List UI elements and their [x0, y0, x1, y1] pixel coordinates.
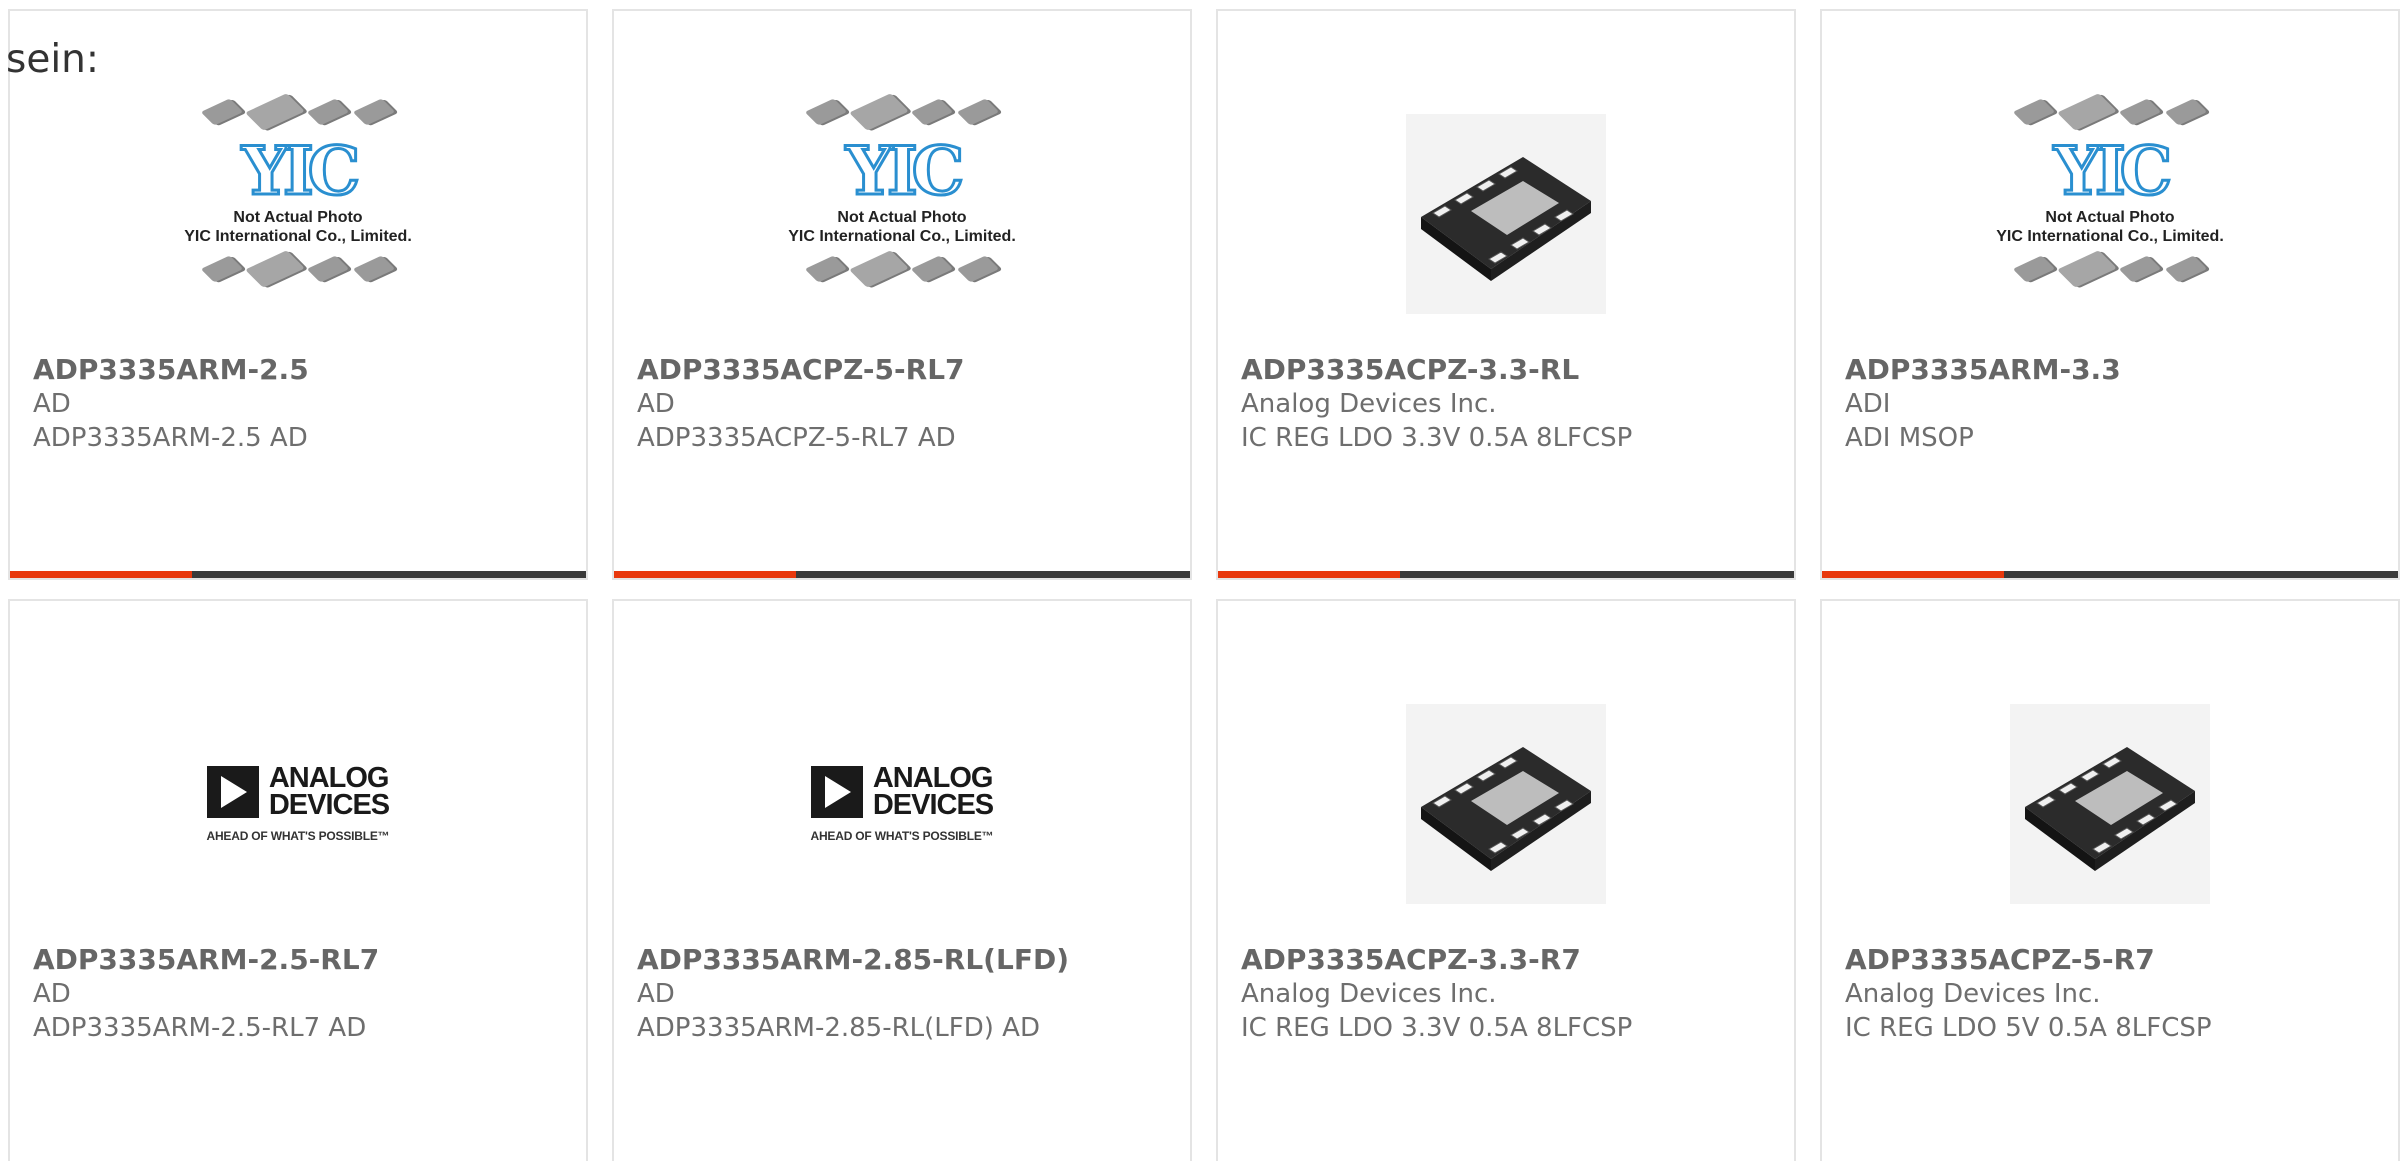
part-number-link[interactable]: ADP3335ACPZ-5-RL7 — [637, 353, 1180, 387]
description: ADP3335ARM-2.85-RL(LFD) AD — [637, 1013, 1040, 1043]
product-image[interactable]: ANALOG DEVICES AHEAD OF WHAT'S POSSIBLE™ — [614, 659, 1190, 949]
play-triangle-icon — [810, 766, 863, 818]
description: IC REG LDO 3.3V 0.5A 8LFCSP — [1241, 423, 1633, 453]
part-number-link[interactable]: ADP3335ACPZ-3.3-R7 — [1241, 943, 1784, 977]
product-card[interactable]: YIC Not Actual Photo YIC International C… — [1820, 9, 2400, 580]
manufacturer: Analog Devices Inc. — [1241, 389, 1497, 419]
part-number-link[interactable]: ADP3335ARM-2.5-RL7 — [33, 943, 576, 977]
product-image[interactable] — [1218, 659, 1794, 949]
description: IC REG LDO 3.3V 0.5A 8LFCSP — [1241, 1013, 1633, 1043]
part-number-link[interactable]: ADP3335ARM-2.5 — [33, 353, 576, 387]
description: ADI MSOP — [1845, 423, 1974, 453]
part-number-link[interactable]: ADP3335ACPZ-3.3-RL — [1241, 353, 1784, 387]
manufacturer: ADI — [1845, 389, 1891, 419]
manufacturer: Analog Devices Inc. — [1845, 979, 2101, 1009]
product-card[interactable]: YIC Not Actual Photo YIC International C… — [612, 9, 1192, 580]
card-accent-bar — [10, 571, 586, 578]
part-number-link[interactable]: ADP3335ACPZ-5-R7 — [1845, 943, 2388, 977]
analog-devices-logo: ANALOG DEVICES AHEAD OF WHAT'S POSSIBLE™ — [206, 762, 391, 844]
product-card[interactable]: ADP3335ACPZ-5-R7 Analog Devices Inc. IC … — [1820, 599, 2400, 1161]
analog-devices-logo: ANALOG DEVICES AHEAD OF WHAT'S POSSIBLE™ — [810, 762, 995, 844]
yic-placeholder-icon: YIC Not Actual Photo YIC International C… — [163, 89, 433, 339]
product-card[interactable]: ADP3335ACPZ-3.3-R7 Analog Devices Inc. I… — [1216, 599, 1796, 1161]
card-accent-bar — [614, 571, 1190, 578]
manufacturer: AD — [637, 979, 675, 1009]
description: IC REG LDO 5V 0.5A 8LFCSP — [1845, 1013, 2212, 1043]
part-number-link[interactable]: ADP3335ARM-3.3 — [1845, 353, 2388, 387]
product-card[interactable]: ANALOG DEVICES AHEAD OF WHAT'S POSSIBLE™… — [612, 599, 1192, 1161]
yic-placeholder-icon: YIC Not Actual Photo YIC International C… — [1975, 89, 2245, 339]
description: ADP3335ARM-2.5 AD — [33, 423, 308, 453]
product-image[interactable] — [1822, 659, 2398, 949]
manufacturer: AD — [33, 979, 71, 1009]
product-image[interactable]: YIC Not Actual Photo YIC International C… — [1822, 69, 2398, 359]
product-image[interactable]: ANALOG DEVICES AHEAD OF WHAT'S POSSIBLE™ — [10, 659, 586, 949]
product-image[interactable] — [1218, 69, 1794, 359]
card-accent-bar — [1218, 571, 1794, 578]
product-card[interactable]: YIC Not Actual Photo YIC International C… — [8, 9, 588, 580]
card-accent-bar — [1822, 571, 2398, 578]
description: ADP3335ACPZ-5-RL7 AD — [637, 423, 956, 453]
description: ADP3335ARM-2.5-RL7 AD — [33, 1013, 367, 1043]
product-card[interactable]: ANALOG DEVICES AHEAD OF WHAT'S POSSIBLE™… — [8, 599, 588, 1161]
qfn-chip-icon — [1406, 704, 1606, 904]
manufacturer: Analog Devices Inc. — [1241, 979, 1497, 1009]
product-card[interactable]: ADP3335ACPZ-3.3-RL Analog Devices Inc. I… — [1216, 9, 1796, 580]
section-lead-text: sein: — [6, 37, 100, 82]
manufacturer: AD — [33, 389, 71, 419]
product-image[interactable]: YIC Not Actual Photo YIC International C… — [10, 69, 586, 359]
qfn-chip-icon — [1406, 114, 1606, 314]
play-triangle-icon — [206, 766, 259, 818]
manufacturer: AD — [637, 389, 675, 419]
yic-placeholder-icon: YIC Not Actual Photo YIC International C… — [767, 89, 1037, 339]
part-number-link[interactable]: ADP3335ARM-2.85-RL(LFD) — [637, 943, 1180, 977]
product-image[interactable]: YIC Not Actual Photo YIC International C… — [614, 69, 1190, 359]
qfn-chip-icon — [2010, 704, 2210, 904]
